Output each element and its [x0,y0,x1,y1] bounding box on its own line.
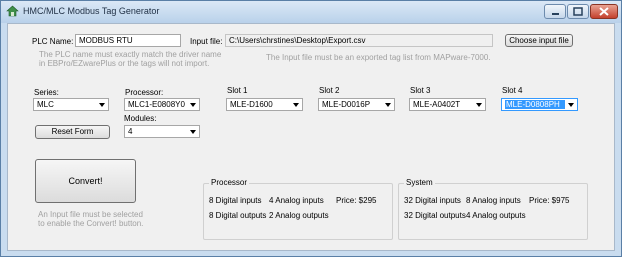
chevron-down-icon [385,103,391,107]
chevron-down-icon [190,103,196,107]
processor-analog-outputs: 2 Analog outputs [269,211,329,220]
chevron-down-icon [476,103,482,107]
series-dropdown[interactable]: MLC [33,98,109,111]
modules-dropdown[interactable]: 4 [124,125,200,138]
slot-1-label: Slot 1 [227,86,248,95]
slot-3-value: MLE-A0402T [413,100,461,109]
title-bar: HMC/MLC Modbus Tag Generator [1,1,621,23]
convert-button[interactable]: Convert! [35,159,136,203]
chevron-down-icon [293,103,299,107]
maximize-button[interactable] [567,4,589,19]
modules-value: 4 [128,127,133,136]
plc-name-hint-2: in EBPro/EZwarePlus or the tags will not… [39,59,210,68]
close-icon [599,7,609,16]
form-area: PLC Name: MODBUS RTU The PLC name must e… [7,23,615,251]
slot-1-value: MLE-D1600 [230,100,273,109]
app-icon [6,5,19,17]
plc-name-input[interactable]: MODBUS RTU [75,34,181,47]
processor-dropdown[interactable]: MLC1-E0808Y0402T [124,98,200,111]
maximize-icon [573,7,583,16]
minimize-icon [552,13,559,15]
system-digital-inputs: 32 Digital inputs [404,196,461,205]
slot-4-dropdown[interactable]: MLE-D0808PH [501,98,578,111]
processor-digital-outputs: 8 Digital outputs [209,211,267,220]
processor-digital-inputs: 8 Digital inputs [209,196,262,205]
slot-4-value: MLE-D0808PH [505,100,565,109]
processor-label: Processor: [125,88,164,97]
system-digital-outputs: 32 Digital outputs [404,211,466,220]
input-file-path: C:\Users\chrstines\Desktop\Export.csv [225,34,493,47]
system-price: Price: $975 [529,196,570,205]
plc-name-label: PLC Name: [32,37,74,46]
window-title: HMC/MLC Modbus Tag Generator [23,6,160,16]
processor-summary-title: Processor [209,178,250,187]
input-file-label: Input file: [190,37,223,46]
system-analog-inputs: 8 Analog inputs [466,196,521,205]
app-window: HMC/MLC Modbus Tag Generator PLC Name: M… [0,0,622,257]
series-value: MLC [37,100,54,109]
slot-1-dropdown[interactable]: MLE-D1600 [226,98,303,111]
slot-2-label: Slot 2 [319,86,340,95]
system-summary-group: System 32 Digital inputs 32 Digital outp… [398,178,588,240]
convert-hint-1: An Input file must be selected [38,210,143,219]
plc-name-hint-1: The PLC name must exactly match the driv… [39,50,222,59]
input-file-hint: The Input file must be an exported tag l… [266,53,491,62]
slot-3-label: Slot 3 [410,86,431,95]
slot-2-dropdown[interactable]: MLE-D0016P [318,98,395,111]
chevron-down-icon [99,103,105,107]
reset-form-button[interactable]: Reset Form [35,125,110,139]
slot-2-value: MLE-D0016P [322,100,371,109]
close-button[interactable] [590,4,618,19]
slot-3-dropdown[interactable]: MLE-A0402T [409,98,486,111]
minimize-button[interactable] [544,4,566,19]
chevron-down-icon [568,103,574,107]
series-label: Series: [34,88,59,97]
modules-label: Modules: [124,114,157,123]
slot-4-label: Slot 4 [502,86,523,95]
chevron-down-icon [190,130,196,134]
processor-analog-inputs: 4 Analog inputs [269,196,324,205]
system-analog-outputs: 4 Analog outputs [466,211,526,220]
processor-price: Price: $295 [336,196,377,205]
system-summary-title: System [404,178,435,187]
processor-summary-group: Processor 8 Digital inputs 8 Digital out… [203,178,393,240]
choose-input-file-button[interactable]: Choose input file [505,34,573,47]
processor-value: MLC1-E0808Y0402T [128,100,185,109]
convert-hint-2: to enable the Convert! button. [38,219,144,228]
